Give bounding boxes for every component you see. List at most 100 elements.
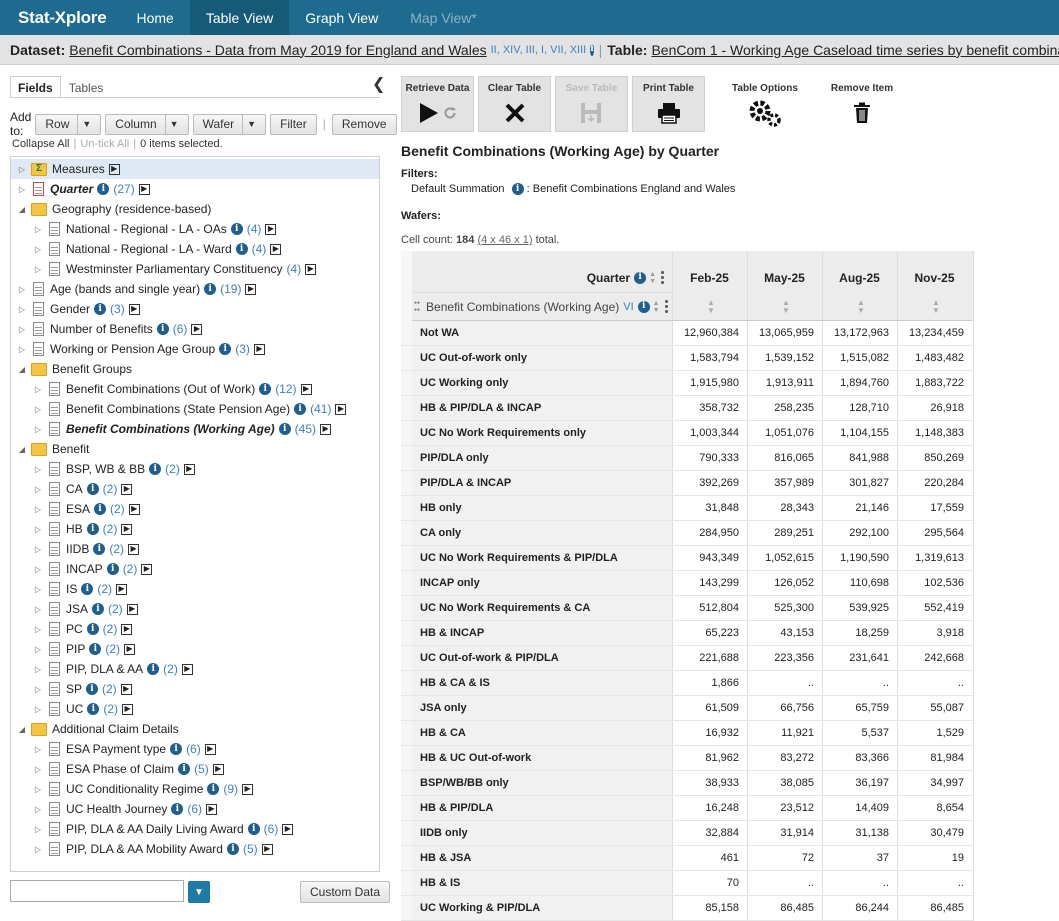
info-icon[interactable]: i (147, 663, 160, 675)
table-options-button[interactable]: Table Options (709, 76, 821, 132)
sort-icon[interactable]: ▲ ▼ (653, 300, 660, 314)
tree-item[interactable]: ▷ Working or Pension Age Group i (3) ▶ (11, 339, 379, 359)
row-label[interactable]: UC Working only (420, 377, 508, 389)
triangle-right-icon[interactable]: ▷ (17, 165, 27, 174)
row-label[interactable]: HB & IS (420, 877, 460, 889)
row-field-header[interactable]: ●● ●● Benefit Combinations (Working Age) … (412, 293, 672, 321)
clear-table-button[interactable]: Clear Table (478, 76, 551, 132)
row-label[interactable]: HB & PIP/DLA & INCAP (420, 402, 541, 414)
row-label[interactable]: CA only (420, 527, 461, 539)
triangle-right-icon[interactable]: ▷ (33, 425, 43, 434)
row-label[interactable]: HB & UC Out-of-work (420, 752, 531, 764)
triangle-right-icon[interactable]: ▷ (33, 505, 43, 514)
triangle-right-icon[interactable]: ▷ (33, 685, 43, 694)
tree-item[interactable]: ▷ Quarter i (27) ▶ (11, 179, 379, 199)
row-label[interactable]: INCAP only (420, 577, 480, 589)
nav-table-view[interactable]: Table View (189, 0, 290, 35)
sort-icon[interactable]: ▲ ▼ (649, 271, 656, 285)
column-sort-icon[interactable]: ▲ ▼ (897, 293, 972, 321)
triangle-right-icon[interactable]: ▷ (33, 405, 43, 414)
row-label[interactable]: UC Working & PIP/DLA (420, 902, 540, 914)
row-label[interactable]: UC Out-of-work only (420, 352, 527, 364)
column-field-header[interactable]: Quarter i ▲ ▼ (412, 263, 672, 293)
open-field-icon[interactable]: ▶ (116, 583, 128, 595)
row-label[interactable]: HB & PIP/DLA (420, 802, 493, 814)
open-field-icon[interactable]: ▶ (108, 163, 120, 175)
quarter-info-icon[interactable]: i (634, 271, 647, 284)
tree-item[interactable]: ▷ PC i (2) ▶ (11, 619, 379, 639)
info-icon[interactable]: i (219, 343, 232, 355)
tree-item[interactable]: ▷ Benefit Combinations (Out of Work) i (12)… (11, 379, 379, 399)
info-icon[interactable]: i (92, 603, 105, 615)
triangle-right-icon[interactable]: ▷ (17, 185, 27, 194)
tree-item[interactable]: ▷ UC Conditionality Regime i (9) ▶ (11, 779, 379, 799)
add-filter-button[interactable]: Filter (270, 113, 317, 135)
custom-data-button[interactable]: Custom Data (300, 881, 391, 903)
tree-item[interactable]: ▷ ESA Phase of Claim i (5) ▶ (11, 759, 379, 779)
tree-item[interactable]: ◢ Geography (residence-based) (11, 199, 379, 219)
tree-item[interactable]: ▷ HB i (2) ▶ (11, 519, 379, 539)
row-label[interactable]: HB & JSA (420, 852, 471, 864)
triangle-right-icon[interactable]: ▷ (33, 485, 43, 494)
info-icon[interactable]: i (149, 463, 162, 475)
tree-item[interactable]: ▷ PIP, DLA & AA Daily Living Award i (6) ▶ (11, 819, 379, 839)
field-search-input[interactable] (10, 880, 184, 902)
row-label[interactable]: PIP/DLA & INCAP (420, 477, 511, 489)
remove-button[interactable]: Remove (331, 113, 397, 135)
row-label[interactable]: HB only (420, 502, 462, 514)
tree-item[interactable]: ▷ Benefit Combinations (Working Age) i (45)… (11, 419, 379, 439)
column-sort-icon[interactable]: ▲ ▼ (822, 293, 897, 321)
open-field-icon[interactable]: ▶ (320, 423, 332, 435)
tree-item[interactable]: ▷ PIP, DLA & AA Mobility Award i (5) ▶ (11, 839, 379, 859)
tree-item[interactable]: ▷ Westminster Parliamentary Constituency(… (11, 259, 379, 279)
info-icon[interactable]: i (207, 783, 220, 795)
info-icon[interactable]: i (94, 303, 107, 315)
retrieve-data-button[interactable]: Retrieve Data (401, 76, 474, 132)
tree-item[interactable]: ▷ INCAP i (2) ▶ (11, 559, 379, 579)
info-icon[interactable]: i (86, 483, 99, 495)
remove-item-button[interactable]: Remove Item (825, 76, 899, 132)
add-row-button[interactable]: Row ▼ (35, 113, 102, 135)
triangle-down-icon[interactable]: ◢ (17, 365, 27, 374)
table-name-link[interactable]: BenCom 1 - Working Age Caseload time ser… (651, 42, 1059, 58)
triangle-right-icon[interactable]: ▷ (17, 285, 27, 294)
more-options-icon[interactable] (661, 271, 664, 284)
triangle-right-icon[interactable]: ▷ (33, 745, 43, 754)
brand-logo[interactable]: Stat-Xplore (0, 0, 120, 35)
tree-item[interactable]: ▷ Benefit Combinations (State Pension Age… (11, 399, 379, 419)
info-icon[interactable]: i (97, 183, 110, 195)
nav-home[interactable]: Home (120, 0, 189, 35)
info-icon[interactable]: i (294, 403, 307, 415)
info-icon[interactable]: i (106, 563, 119, 575)
open-field-icon[interactable]: ▶ (141, 563, 153, 575)
tree-item[interactable]: ▷ JSA i (2) ▶ (11, 599, 379, 619)
column-header[interactable]: Feb-25 (672, 263, 747, 293)
triangle-down-icon[interactable]: ◢ (17, 205, 27, 214)
tree-item[interactable]: ▷ ESA i (2) ▶ (11, 499, 379, 519)
triangle-right-icon[interactable]: ▷ (33, 845, 43, 854)
info-icon[interactable]: i (87, 703, 100, 715)
row-label[interactable]: BSP/WB/BB only (420, 777, 509, 789)
open-field-icon[interactable]: ▶ (242, 783, 254, 795)
column-sort-icon[interactable]: ▲ ▼ (672, 293, 747, 321)
column-sort-icon[interactable]: ▲ ▼ (747, 293, 822, 321)
tree-item[interactable]: ▷ Gender i (3) ▶ (11, 299, 379, 319)
triangle-right-icon[interactable]: ▷ (33, 525, 43, 534)
tree-item[interactable]: ▷ BSP, WB & BB i (2) ▶ (11, 459, 379, 479)
collapse-all-link[interactable]: Collapse All (12, 138, 69, 150)
open-field-icon[interactable]: ▶ (124, 643, 136, 655)
tab-fields[interactable]: Fields (10, 76, 61, 98)
column-header[interactable]: Nov-25 (897, 263, 972, 293)
info-icon[interactable]: i (178, 763, 191, 775)
open-field-icon[interactable]: ▶ (335, 403, 347, 415)
filter-funnel-icon[interactable]: ▼ (188, 881, 210, 903)
open-field-icon[interactable]: ▶ (212, 763, 224, 775)
tree-item[interactable]: ▷ ESA Payment type i (6) ▶ (11, 739, 379, 759)
info-icon[interactable]: i (89, 643, 102, 655)
open-field-icon[interactable]: ▶ (253, 343, 265, 355)
row-label[interactable]: UC No Work Requirements & PIP/DLA (420, 552, 618, 564)
add-wafer-button[interactable]: Wafer ▼ (192, 113, 267, 135)
row-label[interactable]: Not WA (420, 327, 459, 339)
triangle-right-icon[interactable]: ▷ (33, 785, 43, 794)
info-icon[interactable]: i (259, 383, 272, 395)
